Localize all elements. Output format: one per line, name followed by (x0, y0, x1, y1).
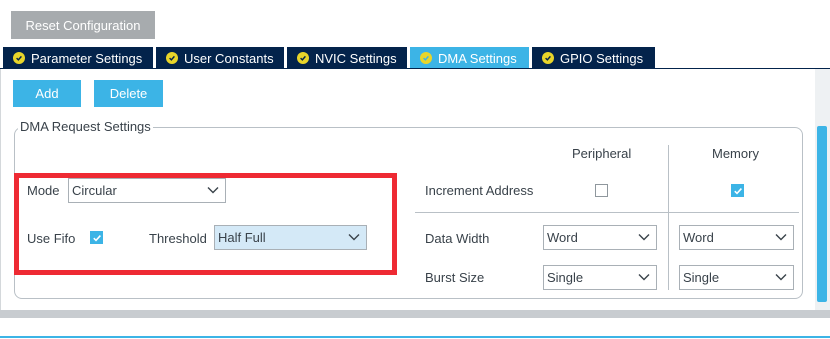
tab-gpio-settings[interactable]: GPIO Settings (532, 47, 655, 69)
chevron-down-icon (638, 274, 650, 281)
bottom-accent-line (0, 336, 830, 338)
tab-label: GPIO Settings (560, 50, 644, 66)
tab-label: DMA Settings (438, 50, 517, 66)
tab-label: Parameter Settings (31, 50, 143, 66)
tab-label: NVIC Settings (315, 50, 397, 66)
check-circle-icon (297, 52, 309, 64)
column-divider (668, 145, 669, 290)
panel-bottom-border (0, 310, 830, 318)
burst-size-memory-value: Single (683, 270, 720, 285)
data-width-memory-select[interactable]: Word (679, 225, 794, 250)
chevron-down-icon (638, 234, 650, 241)
data-width-label: Data Width (425, 231, 490, 246)
checkmark-icon (733, 187, 742, 195)
increment-memory-checkbox[interactable] (731, 184, 744, 197)
peripheral-header: Peripheral (572, 146, 632, 161)
tab-label: User Constants (184, 50, 274, 66)
delete-button[interactable]: Delete (94, 80, 163, 107)
group-legend: DMA Request Settings (18, 119, 153, 134)
reset-configuration-button[interactable]: Reset Configuration (11, 11, 155, 39)
burst-size-peripheral-value: Single (547, 270, 584, 285)
check-circle-icon (13, 52, 25, 64)
check-circle-icon (166, 52, 178, 64)
check-circle-icon (542, 52, 554, 64)
scrollbar-thumb[interactable] (817, 126, 827, 302)
tab-dma-settings[interactable]: DMA Settings (410, 47, 529, 69)
add-button[interactable]: Add (13, 80, 81, 107)
row-divider (415, 212, 799, 213)
burst-size-label: Burst Size (425, 270, 485, 285)
check-circle-icon (420, 52, 432, 64)
increment-address-label: Increment Address (425, 183, 534, 198)
chevron-down-icon (775, 234, 787, 241)
settings-tabbar: Parameter Settings User Constants NVIC S… (0, 47, 830, 70)
tab-nvic-settings[interactable]: NVIC Settings (287, 47, 407, 69)
data-width-memory-value: Word (683, 230, 714, 245)
highlight-annotation-box (14, 173, 397, 275)
tab-user-constants[interactable]: User Constants (156, 47, 284, 69)
data-width-peripheral-select[interactable]: Word (543, 225, 657, 250)
data-width-peripheral-value: Word (547, 230, 578, 245)
chevron-down-icon (775, 274, 787, 281)
memory-header: Memory (712, 146, 759, 161)
burst-size-memory-select[interactable]: Single (679, 265, 794, 290)
burst-size-peripheral-select[interactable]: Single (543, 265, 657, 290)
increment-peripheral-checkbox[interactable] (595, 184, 608, 197)
tab-parameter-settings[interactable]: Parameter Settings (3, 47, 153, 69)
